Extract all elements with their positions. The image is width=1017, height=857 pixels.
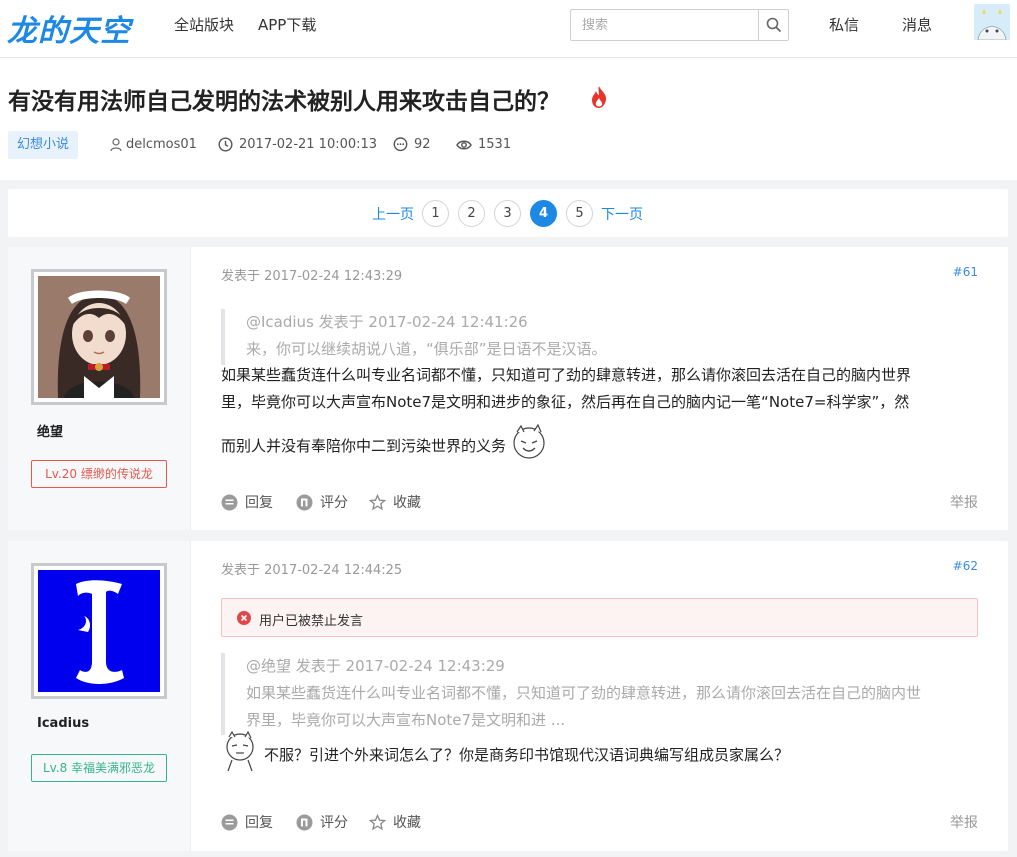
post-body: 不服？引进个外来词怎么了？你是商务印书馆现代汉语词典编写组成员家属么？: [222, 731, 789, 773]
page-1[interactable]: 1: [422, 200, 449, 227]
reply-label: 回复: [245, 495, 273, 511]
user-icon: [110, 137, 122, 151]
poster-username[interactable]: 绝望: [37, 421, 63, 440]
avatar-maid-image: [38, 276, 160, 398]
nav-private-messages[interactable]: 私信: [829, 14, 859, 35]
reply-button[interactable]: 回复: [221, 812, 273, 832]
post-text-line: 里，毕竟你可以大声宣布Note7是文明和进步的象征，然后再在自己的脑内记一笔“N…: [221, 393, 910, 411]
site-logo[interactable]: 龙的天空: [7, 6, 131, 50]
page-2[interactable]: 2: [458, 200, 485, 227]
star-icon: [369, 813, 386, 830]
level-badge: Lv.20 缥缈的传说龙: [31, 460, 167, 488]
rate-label: 评分: [320, 495, 348, 511]
thread-author[interactable]: delcmos01: [110, 137, 197, 152]
reply-icon: [221, 494, 238, 510]
poster-username[interactable]: Icadius: [37, 716, 89, 731]
page-5[interactable]: 5: [566, 200, 593, 227]
poster-avatar[interactable]: [31, 563, 167, 699]
page-3[interactable]: 3: [494, 200, 521, 227]
replies-count: 92: [414, 137, 431, 152]
user-avatar[interactable]: [974, 4, 1010, 40]
rate-button[interactable]: 评分: [296, 492, 348, 512]
author-name: delcmos01: [126, 137, 197, 152]
pagination: 上一页 1 2 3 4 5 下一页: [8, 189, 1008, 237]
star-icon: [369, 493, 386, 510]
quote-header: @Icadius 发表于 2017-02-24 12:41:26: [246, 313, 528, 331]
post-author-panel: Icadius Lv.8 幸福美满邪恶龙: [8, 541, 191, 851]
nav-notifications[interactable]: 消息: [902, 14, 932, 35]
quote-header: @绝望 发表于 2017-02-24 12:43:29: [246, 657, 505, 675]
next-page-link[interactable]: 下一页: [601, 204, 643, 224]
post-text-line: 如果某些蠢货连什么叫专业名词都不懂，只知道可了劲的肆意转进，那么请你滚回去活在自…: [221, 366, 912, 384]
reply-button[interactable]: 回复: [221, 492, 273, 512]
nav-app-download[interactable]: APP下载: [258, 14, 316, 35]
banned-text: 用户已被禁止发言: [259, 614, 364, 629]
thread-meta: 幻想小说 delcmos01 2017-02-21 10:00:13 92 15…: [8, 131, 1008, 159]
datetime-text: 2017-02-21 10:00:13: [239, 137, 378, 152]
thread-title: 有没有用法师自己发明的法术被别人用来攻击自己的？: [8, 89, 560, 115]
error-icon: [237, 611, 251, 625]
post-time: 发表于 2017-02-24 12:43:29: [221, 269, 403, 284]
comment-icon: [393, 137, 408, 152]
search-input[interactable]: [571, 10, 758, 40]
hot-fire-icon: [592, 86, 607, 108]
rate-button[interactable]: 评分: [296, 812, 348, 832]
post-body: 如果某些蠢货连什么叫专业名词都不懂，只知道可了劲的肆意转进，那么请你滚回去活在自…: [221, 362, 911, 460]
thread-header: 有没有用法师自己发明的法术被别人用来攻击自己的？ 幻想小说 delcmos01 …: [0, 58, 1017, 180]
rate-label: 评分: [320, 815, 348, 831]
prev-page-link[interactable]: 上一页: [372, 204, 414, 224]
post-61: 绝望 Lv.20 缥缈的传说龙 发表于 2017-02-24 12:43:29 …: [8, 247, 1008, 530]
search-icon: [766, 17, 781, 33]
quote-text: 如果某些蠢货连什么叫专业名词都不懂，只知道可了劲的肆意转进，那么请你滚回去活在自…: [246, 684, 922, 702]
rate-icon: [296, 494, 313, 510]
search-button[interactable]: [758, 10, 788, 40]
post-62: Icadius Lv.8 幸福美满邪恶龙 发表于 2017-02-24 12:4…: [8, 541, 1008, 851]
floor-number[interactable]: #62: [953, 559, 978, 573]
level-badge: Lv.8 幸福美满邪恶龙: [31, 754, 167, 782]
post-actions: 回复 评分 收藏 举报: [221, 812, 978, 832]
page-4-current[interactable]: 4: [530, 200, 557, 227]
search-box: [570, 9, 789, 41]
views-count: 1531: [478, 137, 512, 152]
quoted-reply: @绝望 发表于 2017-02-24 12:43:29 如果某些蠢货连什么叫专业…: [221, 653, 921, 735]
eye-icon: [456, 140, 472, 149]
post-text-line: 而别人并没有奉陪你中二到污染世界的义务: [221, 437, 507, 455]
emoji-sticker-icon: [226, 731, 254, 772]
clock-icon: [218, 137, 233, 152]
thread-views: 1531: [456, 137, 511, 152]
quoted-reply: @Icadius 发表于 2017-02-24 12:41:26 来，你可以继续…: [221, 309, 607, 365]
favorite-label: 收藏: [393, 495, 421, 511]
rate-icon: [296, 814, 313, 830]
post-time: 发表于 2017-02-24 12:44:25: [221, 563, 403, 578]
poster-avatar[interactable]: [31, 269, 167, 405]
floor-number[interactable]: #61: [953, 265, 978, 279]
post-author-panel: 绝望 Lv.20 缥缈的传说龙: [8, 247, 191, 530]
reply-icon: [221, 814, 238, 830]
avatar-image: [974, 4, 1010, 40]
nav-all-boards[interactable]: 全站版块: [174, 14, 234, 35]
category-tag[interactable]: 幻想小说: [8, 131, 79, 159]
post-content: 发表于 2017-02-24 12:43:29 #61 @Icadius 发表于…: [221, 247, 978, 530]
favorite-button[interactable]: 收藏: [369, 812, 421, 832]
report-link[interactable]: 举报: [950, 492, 978, 512]
thread-replies: 92: [393, 137, 431, 152]
banned-notice: 用户已被禁止发言: [221, 598, 978, 637]
thread-datetime: 2017-02-21 10:00:13: [218, 137, 377, 152]
quote-text: 界里，毕竟你可以大声宣布Note7是文明和进 ...: [246, 711, 566, 729]
favorite-button[interactable]: 收藏: [369, 492, 421, 512]
reply-label: 回复: [245, 815, 273, 831]
quote-text: 来，你可以继续胡说八道，“俱乐部”是日语不是汉语。: [246, 340, 607, 358]
top-navbar: 龙的天空 全站版块 APP下载 私信 消息: [0, 0, 1017, 58]
post-text-line: 不服？引进个外来词怎么了？你是商务印书馆现代汉语词典编写组成员家属么？: [264, 746, 790, 764]
emoji-sticker-icon: [513, 423, 545, 459]
report-link[interactable]: 举报: [950, 812, 978, 832]
avatar-letter-i-image: [38, 570, 160, 692]
post-content: 发表于 2017-02-24 12:44:25 #62 用户已被禁止发言 @绝望…: [221, 541, 978, 851]
post-actions: 回复 评分 收藏 举报: [221, 492, 978, 512]
favorite-label: 收藏: [393, 815, 421, 831]
